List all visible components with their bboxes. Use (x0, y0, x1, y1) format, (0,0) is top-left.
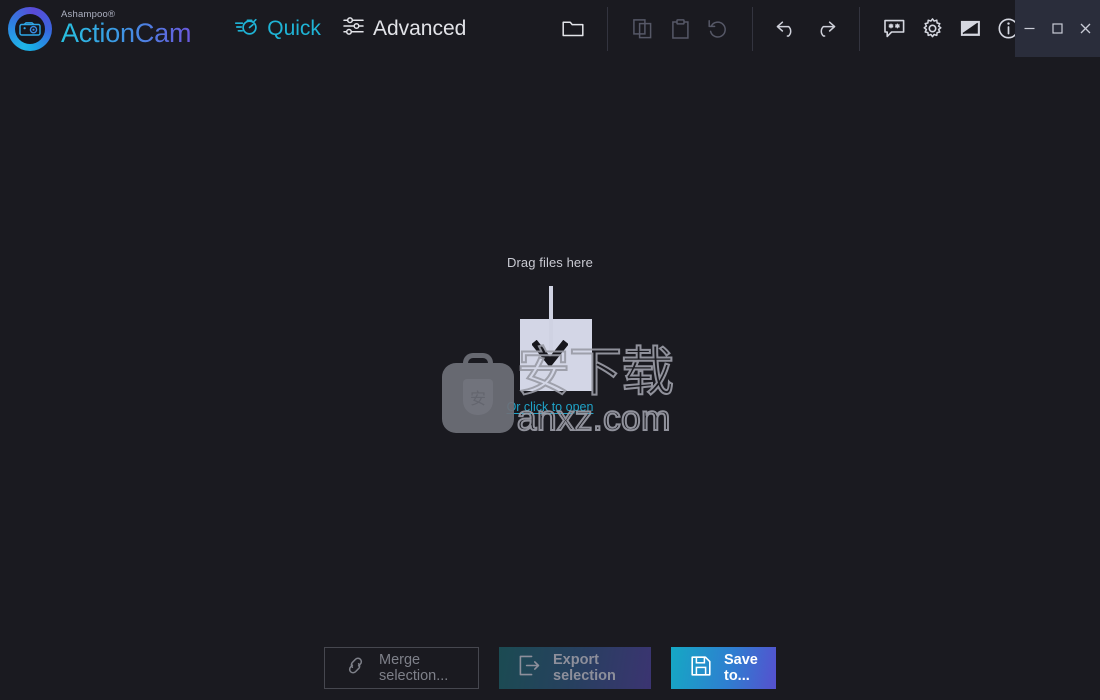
save-to-button[interactable]: Save to... (671, 646, 776, 689)
toolbar-group-file (554, 9, 592, 49)
file-work-area: Drag files here Or click to open 安 安下载 a… (0, 57, 1100, 635)
toolbar-group-utility (875, 9, 1027, 49)
undo-button[interactable] (768, 9, 806, 49)
toolbar-separator (752, 6, 754, 51)
export-arrow-icon (519, 655, 540, 680)
sliders-icon (343, 17, 364, 40)
toolbar-group-clipboard (623, 9, 737, 49)
tab-quick[interactable]: Quick (235, 9, 321, 49)
tab-advanced-label: Advanced (372, 16, 467, 40)
drop-zone[interactable]: Drag files here Or click to open (0, 255, 1100, 414)
theme-button[interactable] (951, 9, 989, 49)
copy-button[interactable] (623, 9, 661, 49)
save-to-label: Save to... (724, 651, 758, 684)
chain-link-icon (345, 655, 366, 680)
export-selection-button[interactable]: Export selection (499, 646, 651, 689)
drag-files-label: Drag files here (506, 255, 594, 270)
stopwatch-speed-icon (235, 17, 258, 41)
merge-selection-label: Merge selection... (379, 651, 449, 684)
tab-advanced[interactable]: Advanced (343, 9, 466, 49)
titlebar: Ashampoo® ActionCam Quick Advanced (0, 0, 1100, 57)
window-controls (1015, 0, 1100, 57)
merge-selection-button[interactable]: Merge selection... (324, 646, 479, 689)
action-bar: Merge selection... Export selection Save… (0, 635, 1100, 700)
actioncam-logo-icon (8, 6, 52, 51)
reset-button[interactable] (699, 9, 737, 49)
close-button[interactable] (1072, 15, 1100, 43)
floppy-disk-icon (691, 655, 711, 680)
tab-quick-label: Quick (267, 16, 321, 40)
toolbar-group-history (768, 9, 844, 49)
feedback-button[interactable] (875, 9, 913, 49)
toolbar-separator (859, 6, 861, 51)
main-toolbar (554, 0, 1027, 57)
redo-button[interactable] (806, 9, 844, 49)
minimize-button[interactable] (1016, 15, 1044, 43)
open-folder-button[interactable] (554, 9, 592, 49)
export-selection-label: Export selection (553, 651, 616, 684)
maximize-button[interactable] (1044, 15, 1072, 43)
paste-button[interactable] (661, 9, 699, 49)
app-logo: Ashampoo® ActionCam (0, 0, 191, 57)
mode-tab-group: Quick Advanced (235, 9, 466, 49)
or-click-to-open-link[interactable]: Or click to open (507, 400, 594, 414)
toolbar-separator (607, 6, 609, 51)
app-title: ActionCam (61, 18, 192, 49)
settings-button[interactable] (913, 9, 951, 49)
download-arrow-into-tray-icon (502, 283, 598, 391)
